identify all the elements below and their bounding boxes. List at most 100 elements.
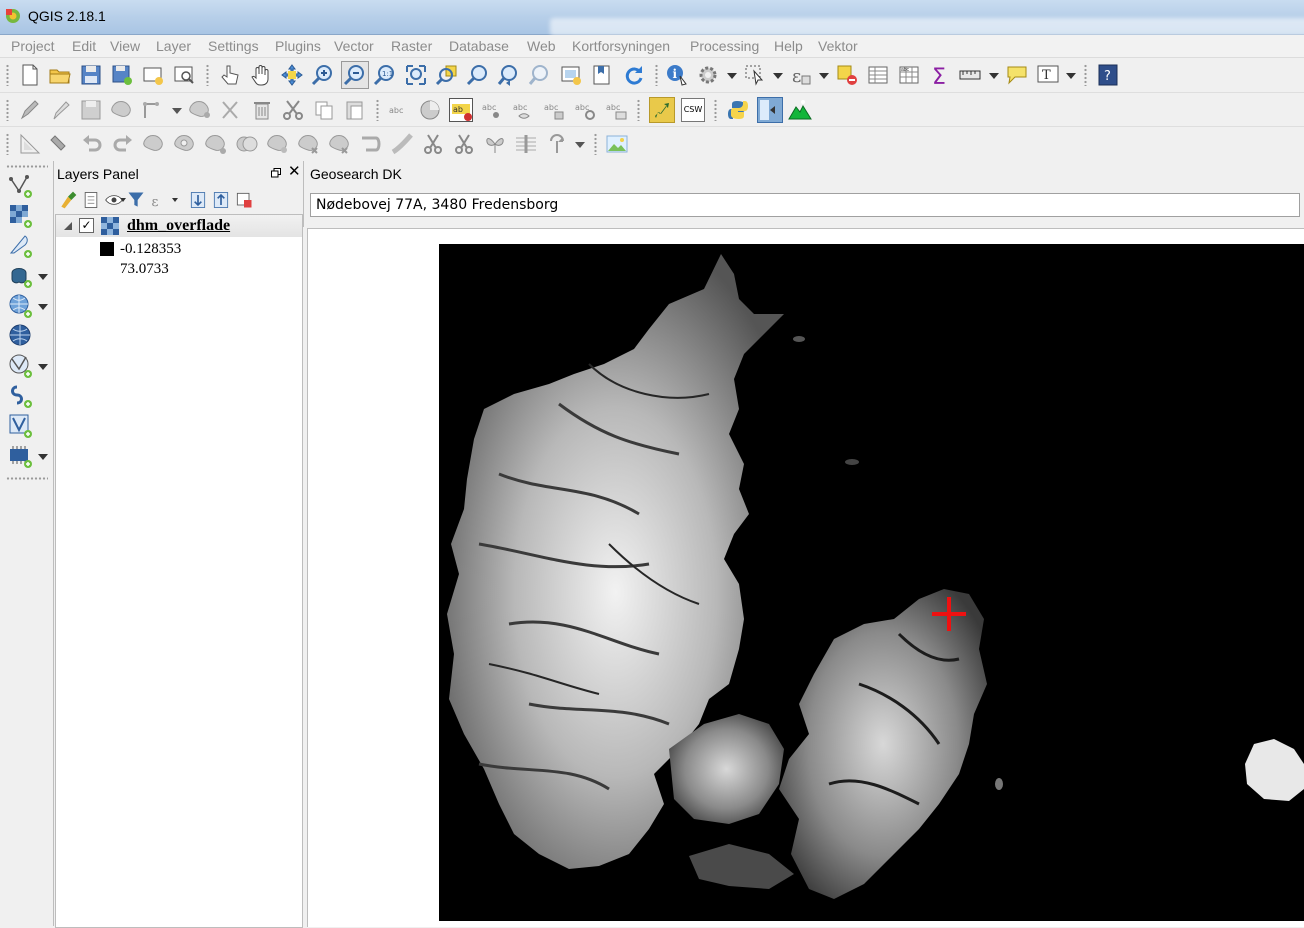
add-wcs-icon[interactable] xyxy=(8,353,34,379)
menu-vektor[interactable]: Vektor xyxy=(818,38,858,54)
collapse-arrow-icon[interactable] xyxy=(64,222,72,230)
menu-database[interactable]: Database xyxy=(449,38,509,54)
move-feature-icon[interactable] xyxy=(141,98,165,122)
paste-features-icon[interactable] xyxy=(343,98,367,122)
attribute-table-icon[interactable] xyxy=(866,63,890,87)
zoom-to-selection-icon[interactable] xyxy=(435,63,459,87)
expand-all-icon[interactable] xyxy=(188,190,208,210)
trash-icon[interactable] xyxy=(250,98,274,122)
save-project-icon[interactable] xyxy=(79,63,103,87)
menu-view[interactable]: View xyxy=(110,38,140,54)
measure-icon[interactable] xyxy=(958,63,982,87)
zoom-next-icon[interactable] xyxy=(528,63,552,87)
menu-web[interactable]: Web xyxy=(527,38,556,54)
menu-project[interactable]: Project xyxy=(11,38,55,54)
digitize-icon[interactable] xyxy=(18,132,42,156)
refresh-icon[interactable] xyxy=(621,63,645,87)
add-delimited-layer-icon[interactable] xyxy=(8,443,34,469)
copy-features-icon[interactable] xyxy=(312,98,336,122)
pan-icon[interactable] xyxy=(249,63,273,87)
csw-icon[interactable]: CSW xyxy=(681,98,705,122)
layer-name[interactable]: dhm_overflade xyxy=(127,217,230,235)
deselect-icon[interactable] xyxy=(835,63,859,87)
terrain-icon[interactable] xyxy=(788,98,812,122)
geosearch-input[interactable] xyxy=(310,193,1300,217)
georeferencer-icon[interactable] xyxy=(757,97,783,123)
action-dropdown-arrow[interactable] xyxy=(727,73,737,79)
delete-part-icon[interactable] xyxy=(297,132,321,156)
add-wms-icon[interactable] xyxy=(8,293,34,319)
node-tool-icon[interactable] xyxy=(188,98,212,122)
float-panel-icon[interactable] xyxy=(271,168,281,178)
map-tips-icon[interactable] xyxy=(1005,63,1029,87)
menu-vector[interactable]: Vector xyxy=(334,38,374,54)
layer-row[interactable]: ✓ dhm_overflade xyxy=(56,215,302,237)
open-layer-styling-icon[interactable] xyxy=(58,190,78,210)
highlight-label-icon[interactable]: ab xyxy=(449,98,473,122)
toolbar-grip[interactable] xyxy=(655,64,658,86)
toolbar-grip[interactable] xyxy=(594,133,597,155)
reshape-icon[interactable] xyxy=(328,132,352,156)
layer-dropdown-arrow[interactable] xyxy=(38,454,48,460)
save-edits-icon[interactable] xyxy=(79,98,103,122)
add-spatialite-icon[interactable] xyxy=(8,383,34,409)
statistics-icon[interactable]: Σ xyxy=(928,63,952,87)
toolbar-grip[interactable] xyxy=(1084,64,1087,86)
zoom-to-layer-icon[interactable] xyxy=(466,63,490,87)
python-console-icon[interactable] xyxy=(726,98,750,122)
current-edits-icon[interactable] xyxy=(18,98,42,122)
diagram-icon[interactable] xyxy=(418,98,442,122)
toolbar-grip[interactable] xyxy=(6,477,48,480)
zoom-native-icon[interactable]: 1:1 xyxy=(373,63,397,87)
database-dropdown-arrow[interactable] xyxy=(38,274,48,280)
rotate-feature-icon[interactable] xyxy=(545,132,569,156)
wms-dropdown-arrow[interactable] xyxy=(38,304,48,310)
menu-help[interactable]: Help xyxy=(774,38,803,54)
merge-attributes-icon[interactable] xyxy=(483,132,507,156)
text-annotation-icon[interactable]: T xyxy=(1036,63,1060,87)
zoom-out-icon[interactable] xyxy=(341,61,369,89)
split-features-icon[interactable] xyxy=(390,132,414,156)
map-canvas[interactable] xyxy=(307,228,1304,927)
menu-plugins[interactable]: Plugins xyxy=(275,38,321,54)
image-icon[interactable] xyxy=(605,132,629,156)
pin-label-icon[interactable]: abc xyxy=(480,98,504,122)
change-label-icon[interactable]: abc xyxy=(604,98,628,122)
menu-kortforsyningen[interactable]: Kortforsyningen xyxy=(572,38,670,54)
remove-layer-icon[interactable] xyxy=(234,190,254,210)
add-delimited-text-icon[interactable] xyxy=(8,233,34,259)
expression-filter-dropdown-arrow[interactable] xyxy=(172,198,178,202)
save-as-icon[interactable] xyxy=(110,63,134,87)
undo-icon[interactable] xyxy=(80,132,104,156)
show-hide-label-icon[interactable]: abc xyxy=(511,98,535,122)
filter-by-expression-icon[interactable]: ε xyxy=(149,190,169,210)
add-vector-layer-icon[interactable] xyxy=(8,173,34,199)
toggle-editing-icon[interactable] xyxy=(48,98,72,122)
move-label-icon[interactable]: abc xyxy=(542,98,566,122)
add-virtual-layer-icon[interactable] xyxy=(8,413,34,439)
plugin-installer-icon[interactable] xyxy=(649,97,675,123)
zoom-last-icon[interactable] xyxy=(497,63,521,87)
toolbar-grip[interactable] xyxy=(6,64,9,86)
add-raster-layer-icon[interactable] xyxy=(8,203,34,229)
fill-ring-icon[interactable] xyxy=(235,132,259,156)
delete-ring-icon[interactable] xyxy=(266,132,290,156)
select-dropdown-arrow[interactable] xyxy=(773,73,783,79)
select-icon[interactable] xyxy=(743,63,767,87)
merge-features-icon[interactable] xyxy=(452,132,476,156)
add-ring-icon[interactable] xyxy=(173,132,197,156)
add-part-icon[interactable] xyxy=(204,132,228,156)
menu-raster[interactable]: Raster xyxy=(391,38,432,54)
toolbar-grip[interactable] xyxy=(376,99,379,121)
zoom-full-icon[interactable] xyxy=(404,63,428,87)
open-project-icon[interactable] xyxy=(48,63,72,87)
new-print-composer-icon[interactable] xyxy=(141,63,165,87)
rotate-point-icon[interactable] xyxy=(514,132,538,156)
expression-select-icon[interactable]: ε xyxy=(789,63,813,87)
collapse-all-icon[interactable] xyxy=(211,190,231,210)
cut-features-icon[interactable] xyxy=(281,98,305,122)
rotate-label-icon[interactable]: abc xyxy=(573,98,597,122)
redo-icon[interactable] xyxy=(111,132,135,156)
add-group-icon[interactable] xyxy=(81,190,101,210)
snap-icon[interactable] xyxy=(49,132,73,156)
